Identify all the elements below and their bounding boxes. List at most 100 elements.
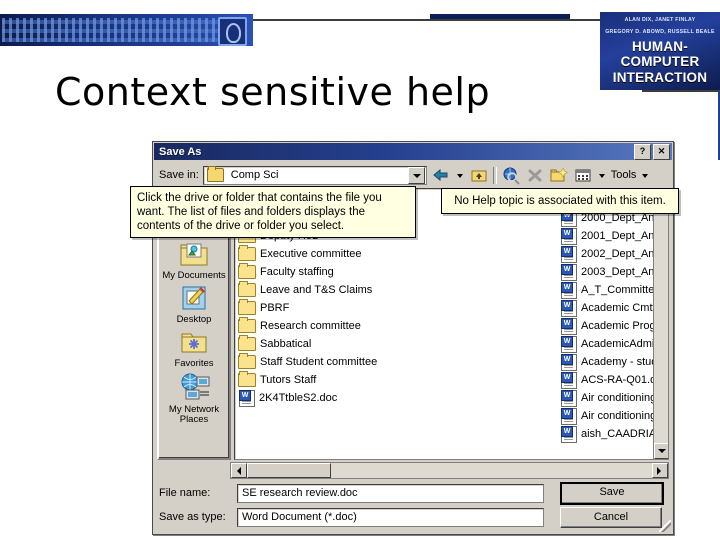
save-in-label: Save in: <box>159 169 199 181</box>
folder-icon <box>238 317 256 333</box>
file-list-item-label: Executive committee <box>260 248 362 260</box>
delete-icon[interactable] <box>525 166 545 185</box>
dialog-footer: File name: SE research review.doc Save S… <box>159 481 667 528</box>
save-in-combobox[interactable]: Comp Sci <box>202 165 427 185</box>
slide-decoration-banner <box>0 14 253 46</box>
banner-chip-icon <box>218 17 247 46</box>
file-list-horizontal-scrollbar[interactable] <box>230 462 669 479</box>
toolbar-separator <box>492 166 497 184</box>
file-list-item[interactable]: Staff Student committee <box>238 353 377 371</box>
file-name-value: SE research review.doc <box>242 487 358 499</box>
folder-icon <box>238 299 256 315</box>
folder-icon <box>238 245 256 261</box>
word-document-icon: W <box>239 389 255 407</box>
book-title-line2: INTERACTION <box>612 70 708 85</box>
network-places-icon <box>178 372 210 404</box>
tooltip-save-in: Click the drive or folder that contains … <box>130 186 416 238</box>
place-label-my-documents: My Documents <box>162 270 226 281</box>
back-icon[interactable] <box>431 166 451 185</box>
word-document-icon: W <box>561 317 577 335</box>
file-list-vertical-scrollbar[interactable] <box>653 189 668 459</box>
scroll-down-button[interactable] <box>654 443 668 459</box>
book-cover-image: ALAN DIX, JANET FINLAY GREGORY D. ABOWD,… <box>600 12 720 90</box>
file-list-item[interactable]: Leave and T&S Claims <box>238 281 377 299</box>
search-web-icon[interactable] <box>501 166 521 185</box>
file-list-item-label: Leave and T&S Claims <box>260 284 373 296</box>
word-document-icon: W <box>561 335 577 353</box>
save-as-type-value: Word Document (*.doc) <box>242 511 357 523</box>
file-list-item-label: Research committee <box>260 320 361 332</box>
folder-icon <box>238 353 256 369</box>
folder-icon <box>238 263 256 279</box>
up-one-level-icon[interactable] <box>469 166 489 185</box>
new-folder-icon[interactable] <box>549 166 569 185</box>
book-title-line1: HUMAN-COMPUTER <box>620 39 700 69</box>
file-list-item[interactable]: Faculty staffing <box>238 263 377 281</box>
page-title: Context sensitive help <box>55 70 491 114</box>
file-name-row: File name: SE research review.doc Save <box>159 481 667 505</box>
chevron-down-icon[interactable] <box>407 166 425 184</box>
word-document-icon: W <box>561 245 577 263</box>
back-dropdown-icon[interactable] <box>455 166 465 185</box>
desktop-icon <box>178 284 210 314</box>
save-as-type-combobox[interactable]: Word Document (*.doc) <box>237 507 544 527</box>
place-label-favorites: Favorites <box>174 358 214 369</box>
file-name-input[interactable]: SE research review.doc <box>237 483 544 503</box>
file-list-item[interactable]: Sabbatical <box>238 335 377 353</box>
folder-icon <box>238 335 256 351</box>
file-list-item-label: Faculty staffing <box>260 266 334 278</box>
word-document-icon: W <box>561 425 577 443</box>
file-list-item[interactable]: Tutors Staff <box>238 371 377 389</box>
place-label-network-places: My Network Places <box>168 404 220 425</box>
scroll-right-button[interactable] <box>652 463 668 478</box>
file-list-item-label: Tutors Staff <box>260 374 317 386</box>
file-name-label: File name: <box>159 487 211 499</box>
dialog-titlebar[interactable]: Save As ? ✕ <box>154 143 672 160</box>
tools-menu-label[interactable]: Tools <box>611 169 637 181</box>
favorites-icon <box>178 328 210 358</box>
close-button[interactable]: ✕ <box>653 143 670 160</box>
word-document-icon: W <box>561 281 577 299</box>
views-dropdown-icon[interactable] <box>597 166 607 185</box>
place-item-network-places[interactable]: My Network Places <box>161 372 227 425</box>
book-authors-line1: ALAN DIX, JANET FINLAY <box>624 17 696 23</box>
book-authors-line2: GREGORY D. ABOWD, RUSSELL BEALE <box>605 29 715 35</box>
tools-dropdown-icon[interactable] <box>640 166 650 185</box>
file-list-item-label: Staff Student committee <box>260 356 378 368</box>
file-list-item[interactable]: Executive committee <box>238 245 377 263</box>
word-document-icon: W <box>561 263 577 281</box>
folder-icon <box>238 371 256 387</box>
banner-pattern <box>2 18 232 42</box>
dialog-toolbar: Save in: Comp Sci Tools <box>153 161 673 188</box>
scroll-left-button[interactable] <box>231 463 247 478</box>
views-icon[interactable] <box>573 166 593 185</box>
file-list-item[interactable]: PBRF <box>238 299 377 317</box>
file-list-item[interactable]: Research committee <box>238 317 377 335</box>
horizontal-scroll-thumb[interactable] <box>247 463 331 478</box>
dialog-title: Save As <box>159 145 202 158</box>
my-documents-icon <box>178 240 210 270</box>
word-document-icon: W <box>561 299 577 317</box>
folder-icon <box>238 281 256 297</box>
word-document-icon: W <box>561 389 577 407</box>
cancel-button[interactable]: Cancel <box>560 506 662 528</box>
folder-icon <box>206 166 224 182</box>
help-button[interactable]: ? <box>634 143 651 160</box>
place-item-my-documents[interactable]: My Documents <box>161 240 227 281</box>
resize-grip[interactable] <box>659 520 671 532</box>
place-label-desktop: Desktop <box>176 314 212 325</box>
save-in-value: Comp Sci <box>230 169 279 181</box>
file-list-item-label: Sabbatical <box>260 338 312 350</box>
slide-decoration-rule <box>253 19 613 21</box>
word-document-icon: W <box>561 371 577 389</box>
save-button[interactable]: Save <box>560 481 664 505</box>
word-document-icon: W <box>561 227 577 245</box>
word-document-icon: W <box>561 407 577 425</box>
file-list-item[interactable]: W 2K4TtbleS2.doc <box>238 389 377 407</box>
tooltip-help: No Help topic is associated with this it… <box>441 188 679 214</box>
place-item-favorites[interactable]: Favorites <box>161 328 227 369</box>
file-list-item-label: PBRF <box>260 302 290 314</box>
slide-decoration-rule-horizontal <box>642 90 720 92</box>
place-item-desktop[interactable]: Desktop <box>161 284 227 325</box>
save-as-type-label: Save as type: <box>159 511 226 523</box>
